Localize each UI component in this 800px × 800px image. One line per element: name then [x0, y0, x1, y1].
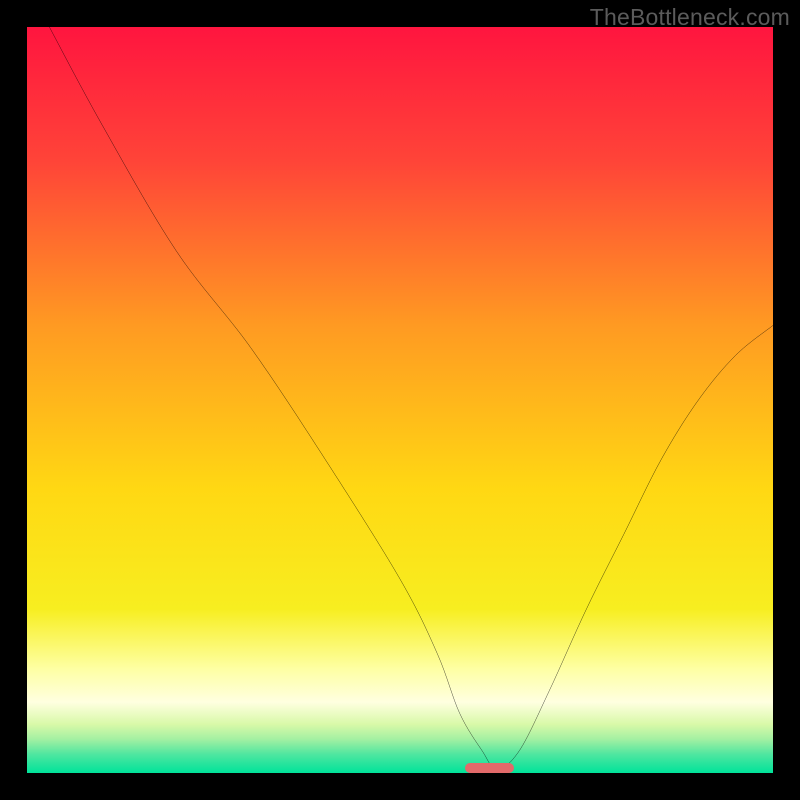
optimal-marker	[465, 763, 513, 773]
bottleneck-curve	[27, 27, 773, 773]
chart-frame: TheBottleneck.com	[0, 0, 800, 800]
plot-area	[27, 27, 773, 773]
watermark-label: TheBottleneck.com	[590, 4, 790, 31]
